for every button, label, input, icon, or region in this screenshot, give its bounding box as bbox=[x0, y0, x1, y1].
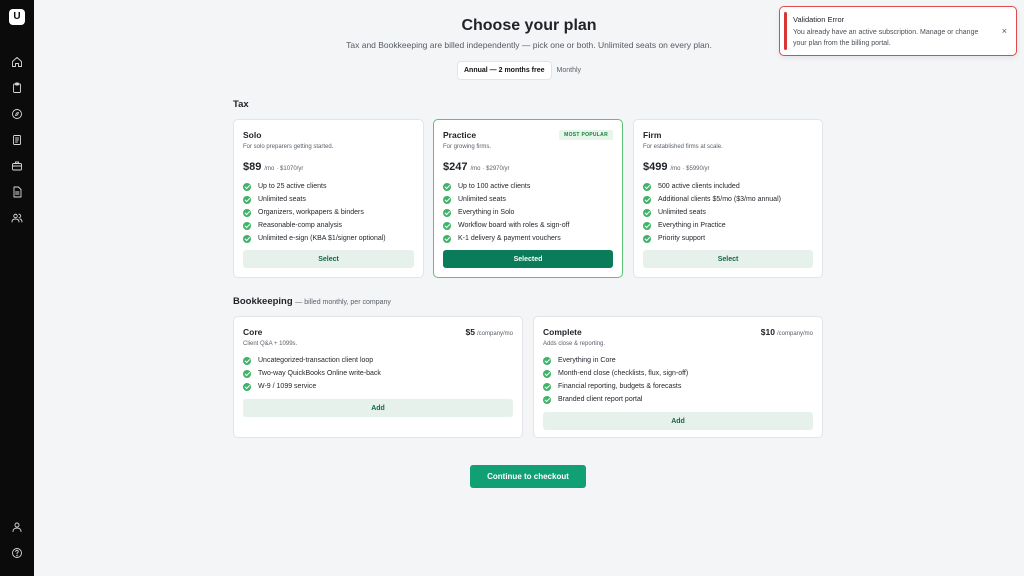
check-icon bbox=[543, 356, 551, 365]
feature-item: Two-way QuickBooks Online write-back bbox=[243, 367, 381, 380]
plan-description: For solo preparers getting started. bbox=[243, 144, 334, 150]
sidebar: U bbox=[0, 0, 34, 576]
plan-description: For established firms at scale. bbox=[643, 144, 723, 150]
user-icon[interactable] bbox=[9, 519, 25, 535]
check-icon bbox=[443, 208, 451, 217]
check-icon bbox=[543, 382, 551, 391]
plan-name: Core bbox=[243, 327, 263, 337]
feature-item: Workflow board with roles & sign-off bbox=[443, 219, 569, 232]
check-icon bbox=[243, 195, 251, 204]
toast-message: You already have an active subscription.… bbox=[793, 29, 979, 47]
check-icon bbox=[243, 234, 251, 243]
check-icon bbox=[443, 195, 451, 204]
most-popular-badge: MOST POPULAR bbox=[559, 130, 613, 140]
check-icon bbox=[443, 182, 451, 191]
file-text-icon[interactable] bbox=[9, 184, 25, 200]
selected-practice-button[interactable]: Selected bbox=[443, 250, 613, 268]
feature-item: Unlimited e-sign (KBA $1/signer optional… bbox=[243, 232, 386, 245]
check-icon bbox=[643, 208, 651, 217]
plan-name: Solo bbox=[243, 130, 262, 140]
users-icon[interactable] bbox=[9, 210, 25, 226]
feature-item: Financial reporting, budgets & forecasts bbox=[543, 380, 688, 393]
check-icon bbox=[443, 221, 451, 230]
plan-description: Adds close & reporting. bbox=[543, 341, 606, 347]
add-core-button[interactable]: Add bbox=[243, 399, 513, 417]
app-logo[interactable]: U bbox=[9, 9, 25, 25]
plan-price: $499 /mo · $5990/yr bbox=[643, 161, 710, 173]
validation-error-toast: Validation Error You already have an act… bbox=[779, 6, 1017, 56]
feature-item: Unlimited seats bbox=[243, 193, 386, 206]
feature-item: Additional clients $5/mo ($3/mo annual) bbox=[643, 193, 781, 206]
check-icon bbox=[643, 234, 651, 243]
feature-list: Everything in Core Month-end close (chec… bbox=[543, 354, 688, 406]
feature-item: Reasonable-comp analysis bbox=[243, 219, 386, 232]
feature-item: 500 active clients included bbox=[643, 180, 781, 193]
error-accent-bar bbox=[784, 12, 787, 50]
plan-name: Complete bbox=[543, 327, 582, 337]
continue-to-checkout-button[interactable]: Continue to checkout bbox=[470, 465, 586, 488]
feature-item: W-9 / 1099 service bbox=[243, 380, 381, 393]
plan-card-solo: Solo For solo preparers getting started.… bbox=[233, 119, 424, 278]
feature-list: Up to 25 active clients Unlimited seats … bbox=[243, 180, 386, 245]
feature-item: Everything in Solo bbox=[443, 206, 569, 219]
check-icon bbox=[643, 195, 651, 204]
check-icon bbox=[543, 369, 551, 378]
plan-price: $247 /mo · $2970/yr bbox=[443, 161, 510, 173]
help-icon[interactable] bbox=[9, 545, 25, 561]
plan-name: Firm bbox=[643, 130, 662, 140]
tax-section-title: Tax bbox=[233, 99, 249, 110]
plan-card-firm: Firm For established firms at scale. $49… bbox=[633, 119, 823, 278]
feature-item: Unlimited seats bbox=[643, 206, 781, 219]
briefcase-icon[interactable] bbox=[9, 158, 25, 174]
feature-list: 500 active clients included Additional c… bbox=[643, 180, 781, 245]
feature-list: Uncategorized-transaction client loop Tw… bbox=[243, 354, 381, 393]
plan-description: Client Q&A + 1099s. bbox=[243, 341, 298, 347]
plan-price: $89 /mo · $1070/yr bbox=[243, 161, 304, 173]
clipboard-icon[interactable] bbox=[9, 80, 25, 96]
check-icon bbox=[243, 208, 251, 217]
feature-item: Month-end close (checklists, flux, sign-… bbox=[543, 367, 688, 380]
feature-item: Branded client report portal bbox=[543, 393, 688, 406]
check-icon bbox=[243, 369, 251, 378]
feature-item: Unlimited seats bbox=[443, 193, 569, 206]
toast-title: Validation Error bbox=[793, 15, 845, 24]
select-solo-button[interactable]: Select bbox=[243, 250, 414, 268]
feature-item: K-1 delivery & payment vouchers bbox=[443, 232, 569, 245]
check-icon bbox=[443, 234, 451, 243]
feature-item: Up to 100 active clients bbox=[443, 180, 569, 193]
close-icon[interactable]: × bbox=[1002, 26, 1007, 36]
billing-option-monthly[interactable]: Monthly bbox=[551, 62, 588, 79]
plan-description: For growing firms. bbox=[443, 144, 492, 150]
feature-item: Priority support bbox=[643, 232, 781, 245]
billing-period-toggle: Annual — 2 months free Monthly bbox=[458, 62, 587, 79]
check-icon bbox=[543, 395, 551, 404]
feature-item: Everything in Core bbox=[543, 354, 688, 367]
check-icon bbox=[243, 182, 251, 191]
feature-item: Organizers, workpapers & binders bbox=[243, 206, 386, 219]
check-icon bbox=[643, 182, 651, 191]
plan-card-practice: Practice MOST POPULAR For growing firms.… bbox=[433, 119, 623, 278]
select-firm-button[interactable]: Select bbox=[643, 250, 813, 268]
home-icon[interactable] bbox=[9, 54, 25, 70]
check-icon bbox=[243, 221, 251, 230]
bookkeeping-section-title: Bookkeeping — billed monthly, per compan… bbox=[233, 296, 391, 307]
plan-price: $10 /company/mo bbox=[760, 327, 813, 337]
feature-item: Everything in Practice bbox=[643, 219, 781, 232]
document-list-icon[interactable] bbox=[9, 132, 25, 148]
check-icon bbox=[243, 382, 251, 391]
feature-item: Up to 25 active clients bbox=[243, 180, 386, 193]
check-icon bbox=[243, 356, 251, 365]
compass-icon[interactable] bbox=[9, 106, 25, 122]
billing-option-annual[interactable]: Annual — 2 months free bbox=[458, 62, 551, 79]
add-complete-button[interactable]: Add bbox=[543, 412, 813, 430]
bookkeeping-section-subtitle: — billed monthly, per company bbox=[295, 299, 391, 306]
feature-item: Uncategorized-transaction client loop bbox=[243, 354, 381, 367]
plan-name: Practice bbox=[443, 130, 477, 140]
check-icon bbox=[643, 221, 651, 230]
plan-card-complete: Complete $10 /company/mo Adds close & re… bbox=[533, 316, 823, 438]
plan-card-core: Core $5 /company/mo Client Q&A + 1099s. … bbox=[233, 316, 523, 438]
feature-list: Up to 100 active clients Unlimited seats… bbox=[443, 180, 569, 245]
plan-price: $5 /company/mo bbox=[465, 327, 513, 337]
